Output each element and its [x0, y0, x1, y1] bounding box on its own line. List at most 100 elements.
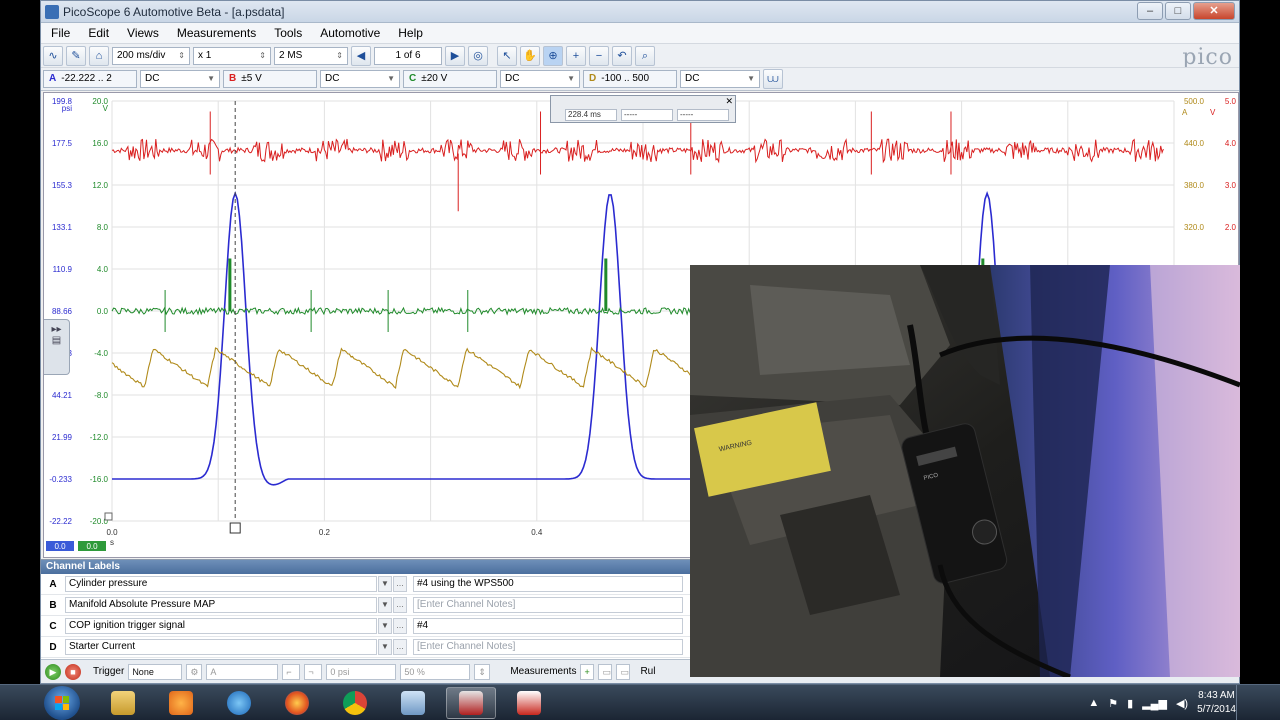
more-icon[interactable]: … [393, 639, 407, 655]
more-icon[interactable]: … [393, 576, 407, 592]
taskbar-snipping-tool[interactable] [504, 687, 554, 719]
timebase-select[interactable]: 200 ms/div ⇕ [112, 46, 190, 65]
channel-c-range[interactable]: C ±20 V [403, 70, 497, 88]
power-icon[interactable]: ▮ [1127, 697, 1133, 710]
show-desktop-button[interactable] [1236, 685, 1240, 720]
next-buffer-icon[interactable]: ▶ [445, 45, 465, 66]
maximize-button[interactable]: □ [1165, 2, 1191, 20]
volume-icon[interactable]: ◀) [1176, 697, 1188, 710]
network-signal-icon[interactable]: ▂▄▆ [1142, 697, 1167, 710]
channel-a-offset-value: 0.0 [54, 542, 66, 551]
ruler-legend[interactable]: ✕ 228.4 ms ----- ----- [550, 95, 736, 123]
previous-buffer-icon[interactable]: ◀ [351, 45, 371, 66]
add-measurement-icon[interactable]: + [580, 663, 595, 680]
start-button[interactable] [44, 686, 80, 720]
close-button[interactable]: ✕ [1193, 2, 1235, 20]
title-bar[interactable]: PicoScope 6 Automotive Beta - [a.psdata]… [41, 1, 1239, 23]
more-icon[interactable]: … [393, 597, 407, 613]
show-hidden-icons-icon[interactable]: ▲ [1088, 697, 1099, 709]
channel-a-range[interactable]: A -22.222 .. 2 [43, 70, 137, 88]
taskbar-chrome[interactable] [330, 687, 380, 719]
edit-measurement-icon[interactable]: ▭ [598, 663, 613, 680]
menu-edit[interactable]: Edit [88, 26, 109, 40]
probe-icon[interactable]: ✎ [66, 45, 86, 66]
taskbar-internet-explorer[interactable] [214, 687, 264, 719]
minimize-button[interactable]: – [1137, 2, 1163, 20]
axis-d-tick: 320.0 [1184, 223, 1205, 232]
more-icon[interactable]: … [393, 618, 407, 634]
pointer-tool-icon[interactable]: ↖ [497, 45, 517, 66]
zoom-out-icon[interactable]: − [589, 45, 609, 66]
chevron-down-icon: ▼ [207, 74, 215, 83]
pre-trigger-spin-icon[interactable]: ⇕ [474, 663, 491, 680]
x-tick: 0.0 [106, 528, 118, 537]
spin-icon: ⇕ [259, 50, 266, 60]
channel-c-range-value: ±20 V [421, 73, 448, 84]
stop-capture-icon[interactable]: ■ [65, 663, 81, 680]
zoom-area-icon[interactable]: ⊕ [543, 45, 563, 66]
taskbar-window-app[interactable] [388, 687, 438, 719]
chevron-down-icon[interactable]: ▼ [378, 639, 392, 655]
row-letter: B [49, 599, 57, 611]
channel-c-coupling[interactable]: DC ▼ [500, 70, 580, 88]
zoom-fit-icon[interactable]: ⌕ [635, 45, 655, 66]
chevron-down-icon[interactable]: ▼ [378, 597, 392, 613]
channel-name-field[interactable]: Cylinder pressure [65, 576, 377, 592]
falling-edge-icon[interactable]: ¬ [304, 663, 323, 680]
chevron-down-icon[interactable]: ▼ [378, 618, 392, 634]
window-title: PicoScope 6 Automotive Beta - [a.psdata] [63, 4, 285, 19]
internet-explorer-icon [227, 691, 251, 715]
taskbar-media-player[interactable] [156, 687, 206, 719]
math-channels-icon[interactable]: ⩊ [763, 69, 783, 89]
taskbar-picoscope[interactable] [446, 687, 496, 719]
axis-c-tick: -16.0 [90, 475, 109, 484]
undo-zoom-icon[interactable]: ↶ [612, 45, 632, 66]
taskbar-firefox[interactable] [272, 687, 322, 719]
scope-mode-icon[interactable]: ∿ [43, 45, 63, 66]
hand-tool-icon[interactable]: ✋ [520, 45, 540, 66]
channel-d-range[interactable]: D -100 .. 500 [583, 70, 677, 88]
buffer-navigator[interactable]: 1 of 6 [374, 46, 442, 65]
channel-name-field[interactable]: COP ignition trigger signal [65, 618, 377, 634]
start-capture-icon[interactable]: ▶ [45, 663, 61, 680]
delete-measurement-icon[interactable]: ▭ [616, 663, 631, 680]
menu-views[interactable]: Views [127, 26, 159, 40]
pre-trigger-input[interactable]: 50 % [400, 663, 471, 680]
zoom-in-icon[interactable]: + [566, 45, 586, 66]
channel-name-field[interactable]: Starter Current [65, 639, 377, 655]
channel-note-field[interactable]: #4 [413, 618, 683, 634]
channel-b-coupling[interactable]: DC ▼ [320, 70, 400, 88]
collapse-side-tab[interactable]: ▸▸ ▤ [44, 319, 70, 375]
chevron-down-icon[interactable]: ▼ [378, 576, 392, 592]
menu-tools[interactable]: Tools [274, 26, 302, 40]
channel-a-coupling[interactable]: DC ▼ [140, 70, 220, 88]
trigger-channel-select[interactable]: A [206, 663, 279, 680]
channel-note-field[interactable]: [Enter Channel Notes] [413, 639, 683, 655]
channel-note-field[interactable]: #4 using the WPS500 [413, 576, 683, 592]
channel-b-trace [111, 138, 1164, 164]
channel-name-field[interactable]: Manifold Absolute Pressure MAP [65, 597, 377, 613]
trigger-mode-select[interactable]: None [128, 663, 183, 680]
menu-measurements[interactable]: Measurements [177, 26, 256, 40]
action-center-flag-icon[interactable]: ⚑ [1108, 697, 1118, 710]
close-icon[interactable]: ✕ [725, 96, 733, 107]
channel-note-field[interactable]: [Enter Channel Notes] [413, 597, 683, 613]
menu-automotive[interactable]: Automotive [320, 26, 380, 40]
taskbar-explorer[interactable] [98, 687, 148, 719]
samples-select[interactable]: 2 MS ⇕ [274, 46, 348, 65]
history-icon[interactable]: ◎ [468, 45, 488, 66]
rising-edge-icon[interactable]: ⌐ [282, 663, 301, 680]
channel-b-range[interactable]: B ±5 V [223, 70, 317, 88]
home-icon[interactable]: ⌂ [89, 45, 109, 66]
menu-help[interactable]: Help [398, 26, 423, 40]
channel-d-coupling[interactable]: DC ▼ [680, 70, 760, 88]
zoom-select[interactable]: x 1 ⇕ [193, 46, 271, 65]
axis-b-tick: 4.0 [1225, 139, 1237, 148]
trigger-level-input[interactable]: 0 psi [326, 663, 397, 680]
trigger-settings-icon[interactable]: ⚙ [186, 663, 203, 680]
channel-c-letter: C [409, 73, 417, 84]
axis-c-tick: 16.0 [92, 139, 108, 148]
menu-file[interactable]: File [51, 26, 70, 40]
clock[interactable]: 8:43 AM 5/7/2014 [1197, 689, 1236, 717]
channel-toolbar: A -22.222 .. 2 DC ▼ B ±5 V DC ▼ C ±20 V DC… [41, 67, 1239, 91]
